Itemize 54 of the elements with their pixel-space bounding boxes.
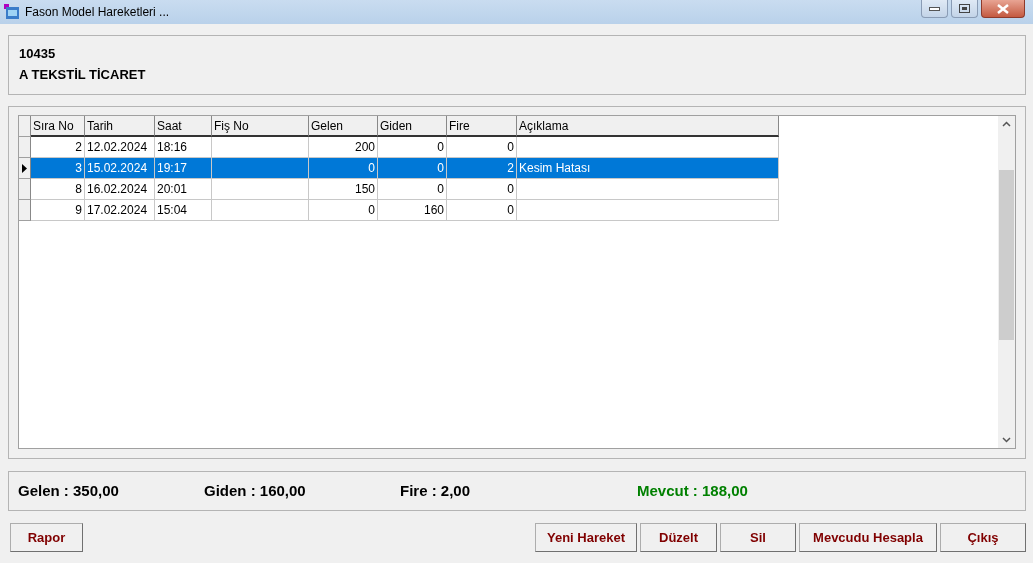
table-cell: 0 xyxy=(378,158,447,179)
action-button[interactable]: Yeni Hareket xyxy=(535,523,637,552)
maximize-icon xyxy=(959,4,970,13)
table-cell: 0 xyxy=(447,200,517,221)
table-cell: 0 xyxy=(447,179,517,200)
table-cell: 17.02.2024 xyxy=(85,200,155,221)
table-cell: 2 xyxy=(447,158,517,179)
table-cell: 15:04 xyxy=(155,200,212,221)
scrollbar[interactable] xyxy=(998,116,1015,448)
model-code: 10435 xyxy=(19,46,57,61)
close-button[interactable] xyxy=(981,0,1025,18)
table-cell: 16.02.2024 xyxy=(85,179,155,200)
scroll-up-icon[interactable] xyxy=(1002,121,1011,127)
minimize-icon xyxy=(929,6,940,11)
column-header[interactable]: Fiş No xyxy=(212,116,309,137)
row-header xyxy=(19,116,31,137)
table-cell: 9 xyxy=(31,200,85,221)
table-cell: 15.02.2024 xyxy=(85,158,155,179)
column-header[interactable]: Sıra No xyxy=(31,116,85,137)
action-button[interactable]: Sil xyxy=(720,523,796,552)
table-cell: 0 xyxy=(378,179,447,200)
table-cell: 3 xyxy=(31,158,85,179)
company-name: A TEKSTİL TİCARET xyxy=(19,67,147,82)
total-label: Fire : 2,00 xyxy=(400,482,471,499)
column-header[interactable]: Açıklama xyxy=(517,116,779,137)
table-cell: Kesim Hatası xyxy=(517,158,779,179)
column-header[interactable]: Giden xyxy=(378,116,447,137)
app-icon xyxy=(4,4,20,20)
column-header[interactable]: Gelen xyxy=(309,116,378,137)
table-cell: 0 xyxy=(309,158,378,179)
scroll-down-icon[interactable] xyxy=(1002,437,1011,443)
table-cell: 150 xyxy=(309,179,378,200)
table-cell: 0 xyxy=(309,200,378,221)
total-label: Mevcut : 188,00 xyxy=(637,482,748,499)
column-header[interactable]: Saat xyxy=(155,116,212,137)
window-title: Fason Model Hareketleri ... xyxy=(25,5,170,19)
report-button[interactable]: Rapor xyxy=(10,523,83,552)
row-header[interactable] xyxy=(19,158,31,179)
table-cell: 8 xyxy=(31,179,85,200)
action-button[interactable]: Mevcudu Hesapla xyxy=(799,523,937,552)
table-cell: 160 xyxy=(378,200,447,221)
table-cell: 20:01 xyxy=(155,179,212,200)
column-header[interactable]: Tarih xyxy=(85,116,155,137)
table-cell: 19:17 xyxy=(155,158,212,179)
maximize-button[interactable] xyxy=(951,0,978,18)
current-row-icon xyxy=(22,163,27,173)
minimize-button[interactable] xyxy=(921,0,948,18)
action-button[interactable]: Düzelt xyxy=(640,523,717,552)
action-button[interactable]: Çıkış xyxy=(940,523,1026,552)
total-label: Gelen : 350,00 xyxy=(18,482,119,499)
scroll-thumb[interactable] xyxy=(999,170,1014,340)
close-icon xyxy=(997,3,1009,14)
total-label: Giden : 160,00 xyxy=(204,482,306,499)
column-header[interactable]: Fire xyxy=(447,116,517,137)
